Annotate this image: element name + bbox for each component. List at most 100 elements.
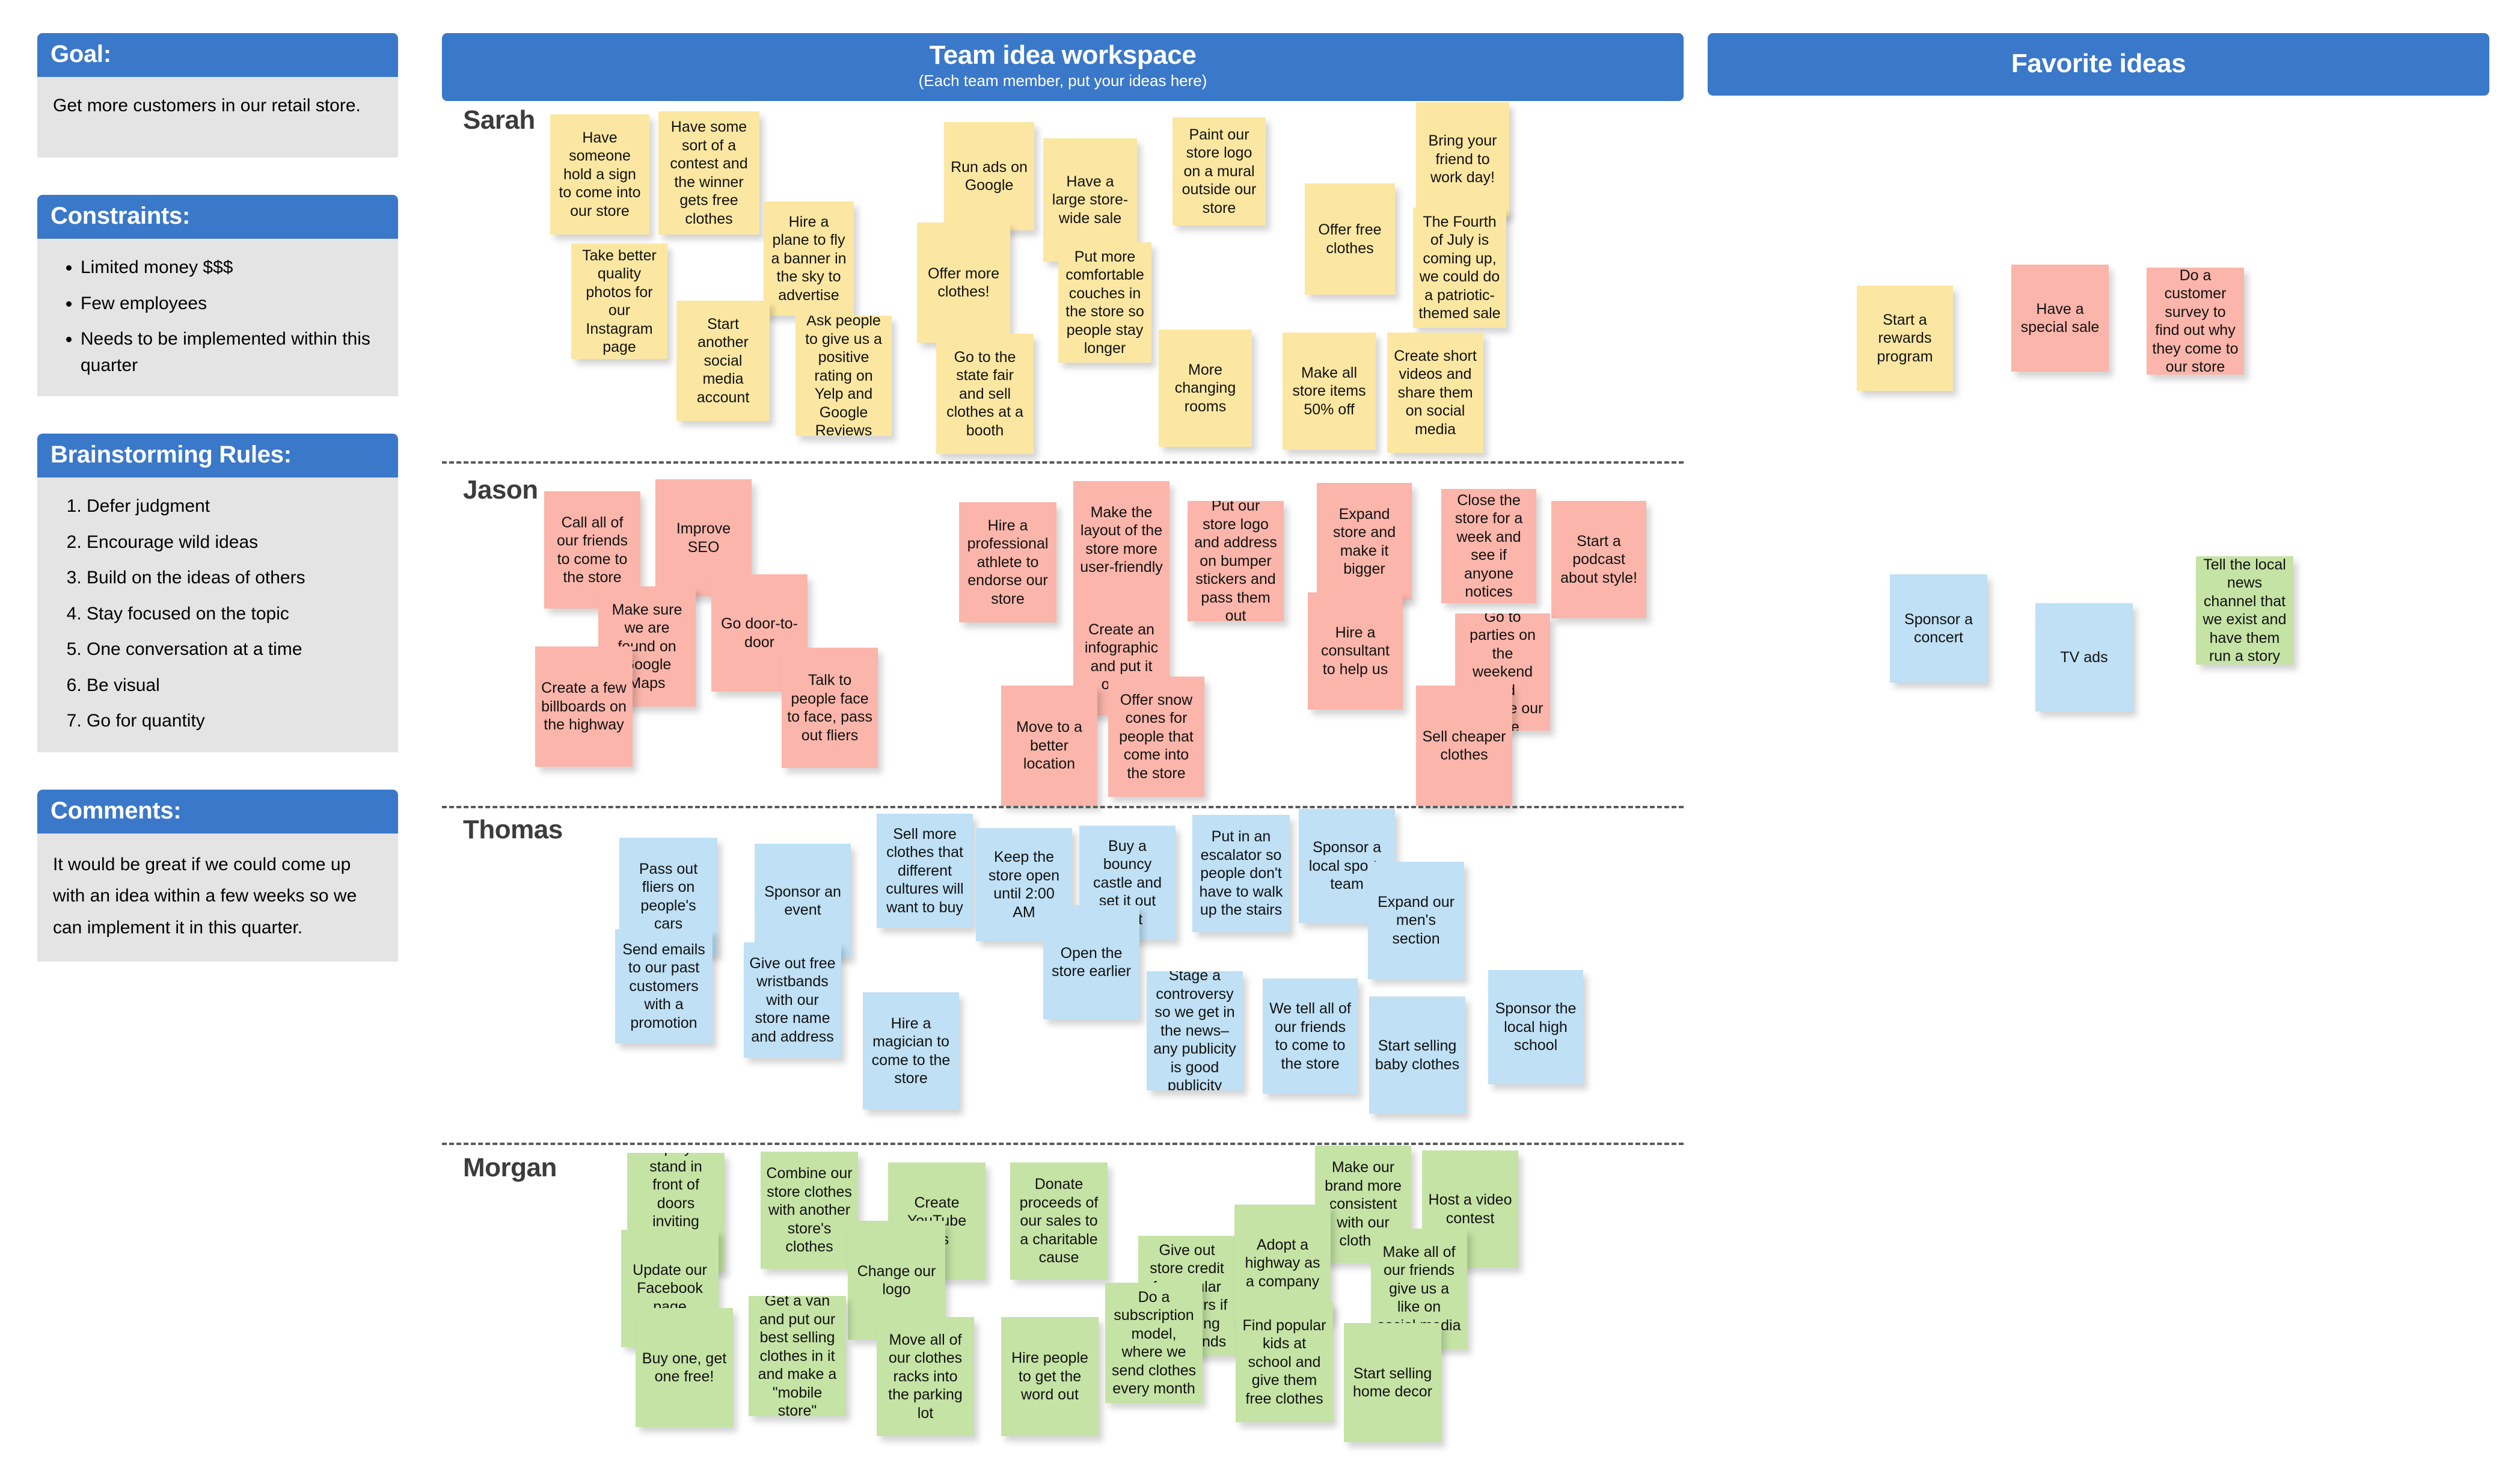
note-text: Sponsor the local high school [1495, 1000, 1577, 1054]
sticky-note[interactable]: Hire people to get the word out [1001, 1317, 1099, 1436]
list-item: Be visual [87, 672, 382, 699]
sticky-note[interactable]: Combine our store clothes with another s… [761, 1152, 858, 1269]
note-text: More changing rooms [1174, 361, 1236, 415]
note-text: Talk to people face to face, pass out fl… [787, 672, 872, 744]
brainstorming-rules-panel-body: Defer judgment Encourage wild ideas Buil… [37, 477, 398, 752]
sticky-note[interactable]: Give out free wristbands with our store … [744, 942, 841, 1058]
note-text: Sponsor a concert [1904, 610, 1973, 646]
note-text: Run ads on Google [951, 158, 1028, 194]
sticky-note[interactable]: Sponsor the local high school [1488, 970, 1583, 1084]
note-text: Find popular kids at school and give the… [1242, 1316, 1326, 1407]
sticky-note[interactable]: Create short videos and share them on so… [1387, 333, 1483, 453]
sticky-note[interactable]: Put our store logo and address on bumper… [1188, 501, 1284, 621]
constraints-panel: Constraints: Limited money $$$ Few emplo… [37, 195, 398, 396]
note-text: Start selling baby clothes [1375, 1037, 1460, 1073]
note-text: Pass out fliers on people's cars [639, 860, 698, 933]
note-text: Have a large store-wide sale [1052, 173, 1129, 227]
sticky-note[interactable]: Start selling baby clothes [1369, 996, 1465, 1114]
sticky-note[interactable]: Close the store for a week and see if an… [1441, 489, 1536, 603]
sticky-note[interactable]: Hire a plane to fly a banner in the sky … [764, 201, 854, 316]
sticky-note[interactable]: Paint our store logo on a mural outside … [1173, 117, 1266, 226]
sticky-note[interactable]: Make the layout of the store more user-f… [1073, 481, 1170, 598]
note-text: Make all store items 50% off [1292, 364, 1366, 418]
sticky-note[interactable]: Run ads on Google [944, 122, 1034, 230]
comments-panel: Comments: It would be great if we could … [37, 789, 398, 962]
sticky-note[interactable]: Tell the local news channel that we exis… [2196, 556, 2293, 665]
note-text: Improve SEO [676, 520, 731, 556]
sticky-note[interactable]: Have someone hold a sign to come into ou… [550, 114, 649, 235]
comments-panel-body: It would be great if we could come up wi… [37, 833, 398, 962]
sticky-note[interactable]: Talk to people face to face, pass out fl… [782, 648, 878, 768]
note-text: Offer free clothes [1318, 221, 1382, 257]
note-text: Expand store and make it bigger [1332, 505, 1396, 578]
sticky-note[interactable]: Take better quality photos for our Insta… [571, 244, 667, 359]
sticky-note[interactable]: Put more comfortable couches in the stor… [1058, 242, 1151, 363]
sticky-note[interactable]: Send emails to our past customers with a… [615, 929, 713, 1043]
sticky-note[interactable]: Open the store earlier [1043, 905, 1139, 1019]
sticky-note[interactable]: Start a podcast about style! [1551, 501, 1646, 618]
note-text: Take better quality photos for our Insta… [582, 247, 657, 356]
sticky-note[interactable]: Find popular kids at school and give the… [1236, 1302, 1333, 1422]
sticky-note[interactable]: Expand store and make it bigger [1317, 483, 1412, 600]
sticky-note[interactable]: Have a special sale [2011, 265, 2109, 372]
sticky-note[interactable]: Start a rewards program [1857, 286, 1953, 391]
note-text: Have some sort of a contest and the winn… [670, 118, 748, 227]
sticky-note[interactable]: Ask people to give us a positive rating … [796, 316, 892, 436]
note-text: We tell all of our friends to come to th… [1269, 1000, 1351, 1072]
sticky-note[interactable]: Hire a consultant to help us [1308, 592, 1403, 710]
board-header: Team idea workspace (Each team member, p… [442, 33, 1684, 101]
note-text: Start a rewards program [1877, 311, 1933, 365]
sticky-note[interactable]: Put in an escalator so people don't have… [1192, 815, 1290, 932]
sticky-note[interactable]: Donate proceeds of our sales to a charit… [1010, 1162, 1108, 1280]
sticky-note[interactable]: Offer more clothes! [917, 223, 1010, 343]
sticky-note[interactable]: Start selling home decor [1344, 1323, 1441, 1442]
note-text: Send emails to our past customers with a… [622, 941, 705, 1031]
section-label-sarah: Sarah [463, 105, 535, 135]
sticky-note[interactable]: Move all of our clothes racks into the p… [877, 1317, 974, 1436]
sticky-note[interactable]: Buy one, get one free! [636, 1308, 733, 1427]
sticky-note[interactable]: Expand our men's section [1368, 862, 1464, 979]
sticky-note[interactable]: Sell cheaper clothes [1416, 686, 1512, 806]
sticky-note[interactable]: Sponsor a concert [1890, 574, 1987, 683]
sticky-note[interactable]: Offer snow cones for people that come in… [1108, 677, 1204, 797]
sticky-note[interactable]: Bring your friend to work day! [1416, 102, 1509, 216]
note-text: Put in an escalator so people don't have… [1199, 828, 1283, 919]
note-text: Make the layout of the store more user-f… [1080, 503, 1163, 576]
sticky-note[interactable]: Do a subscription model, where we send c… [1105, 1283, 1203, 1403]
note-text: Change our logo [857, 1262, 936, 1298]
note-text: Buy one, get one free! [642, 1350, 727, 1386]
team-idea-workspace: Team idea workspace (Each team member, p… [442, 33, 1684, 1458]
section-label-jason: Jason [463, 475, 538, 505]
sticky-note[interactable]: Stage a controversy so we get in the new… [1147, 971, 1243, 1090]
sticky-note[interactable]: Create a few billboards on the highway [535, 646, 633, 767]
note-text: Give out free wristbands with our store … [749, 954, 836, 1045]
sticky-note[interactable]: Sell more clothes that different culture… [877, 814, 973, 928]
sticky-note[interactable]: Offer free clothes [1305, 183, 1395, 295]
sticky-note[interactable]: We tell all of our friends to come to th… [1263, 978, 1358, 1094]
constraints-panel-body: Limited money $$$ Few employees Needs to… [37, 239, 398, 396]
sticky-note[interactable]: Do a customer survey to find out why the… [2147, 268, 2244, 375]
sticky-note[interactable]: TV ads [2035, 603, 2133, 711]
sticky-note[interactable]: Get a van and put our best selling cloth… [749, 1296, 846, 1416]
note-text: Have someone hold a sign to come into ou… [559, 129, 641, 220]
note-text: Go door-to-door [721, 615, 798, 651]
sticky-note[interactable]: Move to a better location [1001, 686, 1097, 806]
note-text: Start selling home decor [1352, 1365, 1433, 1401]
note-text: Stage a controversy so we get in the new… [1153, 971, 1236, 1090]
sticky-note[interactable]: Go to the state fair and sell clothes at… [936, 334, 1034, 454]
sticky-note[interactable]: Hire a magician to come to the store [863, 992, 959, 1110]
goal-text: Get more customers in our retail store. [53, 96, 361, 115]
sticky-note[interactable]: More changing rooms [1159, 330, 1252, 447]
note-text: Hire a consultant to help us [1321, 624, 1390, 678]
sticky-note[interactable]: Start another social media account [676, 301, 770, 421]
note-text: Create short videos and share them on so… [1394, 347, 1477, 438]
section-divider [442, 806, 1684, 808]
section-divider [442, 461, 1684, 464]
sticky-note[interactable]: Sponsor an event [755, 844, 851, 958]
sticky-note[interactable]: The Fourth of July is coming up, we coul… [1413, 207, 1506, 328]
note-text: Ask people to give us a positive rating … [805, 316, 882, 436]
note-text: Tell the local news channel that we exis… [2203, 556, 2287, 665]
sticky-note[interactable]: Have some sort of a contest and the winn… [658, 111, 759, 235]
sticky-note[interactable]: Hire a professional athlete to endorse o… [959, 502, 1056, 622]
sticky-note[interactable]: Make all store items 50% off [1283, 333, 1376, 450]
